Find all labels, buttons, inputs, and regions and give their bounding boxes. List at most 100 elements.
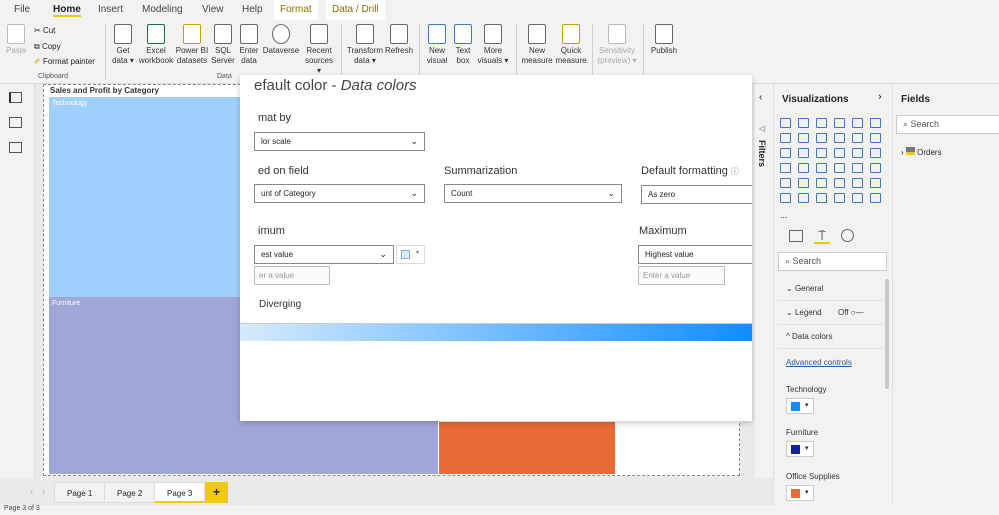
analytics-magnifier-icon[interactable] <box>841 229 854 242</box>
tab-insert[interactable]: Insert <box>98 4 123 15</box>
visual-type-icon[interactable] <box>834 148 845 158</box>
treemap-tile-technology[interactable]: Technology <box>49 97 261 297</box>
tab-help[interactable]: Help <box>242 4 263 15</box>
cut-button[interactable]: ✂ Cut <box>34 26 55 35</box>
fields-tab-icon[interactable] <box>789 230 803 242</box>
transform-data-button[interactable]: Transform data ▾ <box>346 24 384 66</box>
visual-type-icon[interactable] <box>870 133 881 143</box>
format-search-input[interactable]: ⌕ Search <box>778 252 887 271</box>
color-picker-furniture[interactable]: ▾ <box>786 441 814 457</box>
visual-type-icon[interactable] <box>834 118 845 128</box>
summarization-dropdown[interactable]: Count ⌄ <box>444 184 622 203</box>
format-painter-button[interactable]: ✐ Format painter <box>34 57 95 66</box>
legend-toggle[interactable]: Off ○— <box>838 301 864 325</box>
section-general[interactable]: ⌄ General <box>778 277 886 301</box>
chevron-right-icon[interactable]: › <box>878 91 882 103</box>
more-visuals-button[interactable]: More visuals ▾ <box>476 24 510 66</box>
visual-type-icon[interactable] <box>816 118 827 128</box>
maximum-value-input[interactable]: Enter a value <box>638 266 725 285</box>
visual-type-icon[interactable] <box>780 133 791 143</box>
visual-type-icon[interactable] <box>816 178 827 188</box>
next-page-icon[interactable]: › <box>42 486 45 496</box>
page-tab-3[interactable]: Page 3 <box>154 482 206 503</box>
visual-type-icon[interactable] <box>816 163 827 173</box>
minimum-value-input[interactable]: er a value <box>254 266 330 285</box>
advanced-controls-link[interactable]: Advanced controls <box>786 358 852 367</box>
enter-data-button[interactable]: Enter data <box>237 24 261 66</box>
visual-type-icon[interactable] <box>852 163 863 173</box>
sql-server-button[interactable]: SQL Server <box>210 24 236 66</box>
visual-type-icon[interactable] <box>834 193 845 203</box>
color-picker-technology[interactable]: ▾ <box>786 398 814 414</box>
visual-type-icon[interactable] <box>870 193 881 203</box>
visual-type-icon[interactable] <box>834 133 845 143</box>
visual-type-icon[interactable] <box>798 118 809 128</box>
page-tab-1[interactable]: Page 1 <box>54 482 106 503</box>
get-data-button[interactable]: Get data ▾ <box>110 24 136 66</box>
tab-data-drill[interactable]: Data / Drill <box>326 0 385 20</box>
tab-format[interactable]: Format <box>274 0 318 20</box>
visual-type-icon[interactable] <box>852 133 863 143</box>
data-view-icon[interactable] <box>9 117 22 128</box>
paste-button[interactable]: Paste <box>6 24 26 56</box>
model-view-icon[interactable] <box>9 142 22 153</box>
visual-type-icon[interactable] <box>798 178 809 188</box>
section-legend[interactable]: ⌄ Legend Off ○— <box>778 301 886 325</box>
recent-sources-button[interactable]: Recent sources ▾ <box>302 24 336 76</box>
filters-pane-collapsed[interactable]: ‹ ◁ Filters <box>755 84 773 505</box>
visual-type-icon[interactable] <box>780 178 791 188</box>
tab-file[interactable]: File <box>14 4 30 15</box>
new-visual-button[interactable]: New visual <box>424 24 450 66</box>
page-tab-2[interactable]: Page 2 <box>104 482 156 503</box>
fields-search-input[interactable]: ⌕ Search <box>896 115 999 134</box>
sensitivity-button[interactable]: Sensitivity (preview) ▾ <box>596 24 638 66</box>
visual-type-icon[interactable] <box>870 163 881 173</box>
visual-type-icon[interactable] <box>780 193 791 203</box>
treemap-tile-office-supplies[interactable] <box>439 422 615 474</box>
tab-home[interactable]: Home <box>53 4 81 17</box>
refresh-button[interactable]: Refresh <box>385 24 413 56</box>
visual-type-icon[interactable] <box>852 118 863 128</box>
visual-type-icon[interactable] <box>798 148 809 158</box>
visual-type-icon[interactable] <box>870 148 881 158</box>
minimum-dropdown[interactable]: est value ⌄ <box>254 245 394 264</box>
format-paint-roller-icon[interactable]: ⍑ <box>814 228 830 244</box>
table-orders[interactable]: › Orders <box>901 147 942 157</box>
chevron-left-icon[interactable]: ‹ <box>759 92 762 103</box>
power-bi-datasets-button[interactable]: Power BI datasets <box>175 24 209 66</box>
excel-workbook-button[interactable]: Excel workbook <box>138 24 174 66</box>
minimum-color-picker[interactable]: ▾ <box>396 245 425 264</box>
visual-type-icon[interactable] <box>798 133 809 143</box>
visual-type-icon[interactable] <box>852 148 863 158</box>
visual-type-icon[interactable] <box>834 178 845 188</box>
visual-type-icon[interactable] <box>834 163 845 173</box>
default-formatting-dropdown[interactable]: As zero <box>641 185 752 204</box>
tab-modeling[interactable]: Modeling <box>142 4 183 15</box>
visual-type-icon[interactable] <box>780 148 791 158</box>
color-picker-office-supplies[interactable]: ▾ <box>786 485 814 501</box>
quick-measure-button[interactable]: Quick measure <box>554 24 588 66</box>
tab-view[interactable]: View <box>202 4 224 15</box>
visual-type-icon[interactable] <box>870 118 881 128</box>
visual-type-icon[interactable] <box>798 193 809 203</box>
new-measure-button[interactable]: New measure <box>520 24 554 66</box>
visual-type-icon[interactable] <box>852 178 863 188</box>
report-view-icon[interactable] <box>9 92 22 103</box>
visual-type-icon[interactable] <box>780 163 791 173</box>
copy-button[interactable]: ⧉ Copy <box>34 42 61 52</box>
maximum-dropdown[interactable]: Highest value <box>638 245 752 264</box>
text-box-button[interactable]: Text box <box>451 24 475 66</box>
visual-type-icon[interactable] <box>816 133 827 143</box>
scrollbar[interactable] <box>885 279 889 389</box>
visual-type-icon[interactable] <box>852 193 863 203</box>
format-by-dropdown[interactable]: lor scale ⌄ <box>254 132 425 151</box>
visual-type-icon[interactable] <box>816 148 827 158</box>
dataverse-button[interactable]: Dataverse <box>262 24 300 56</box>
visual-type-icon[interactable] <box>798 163 809 173</box>
visual-type-icon[interactable] <box>780 118 791 128</box>
based-on-field-dropdown[interactable]: unt of Category ⌄ <box>254 184 425 203</box>
more-visuals-icon[interactable]: ... <box>780 210 788 220</box>
section-data-colors[interactable]: ^ Data colors <box>778 325 886 349</box>
add-page-button[interactable]: + <box>205 482 229 503</box>
publish-button[interactable]: Publish <box>648 24 680 56</box>
